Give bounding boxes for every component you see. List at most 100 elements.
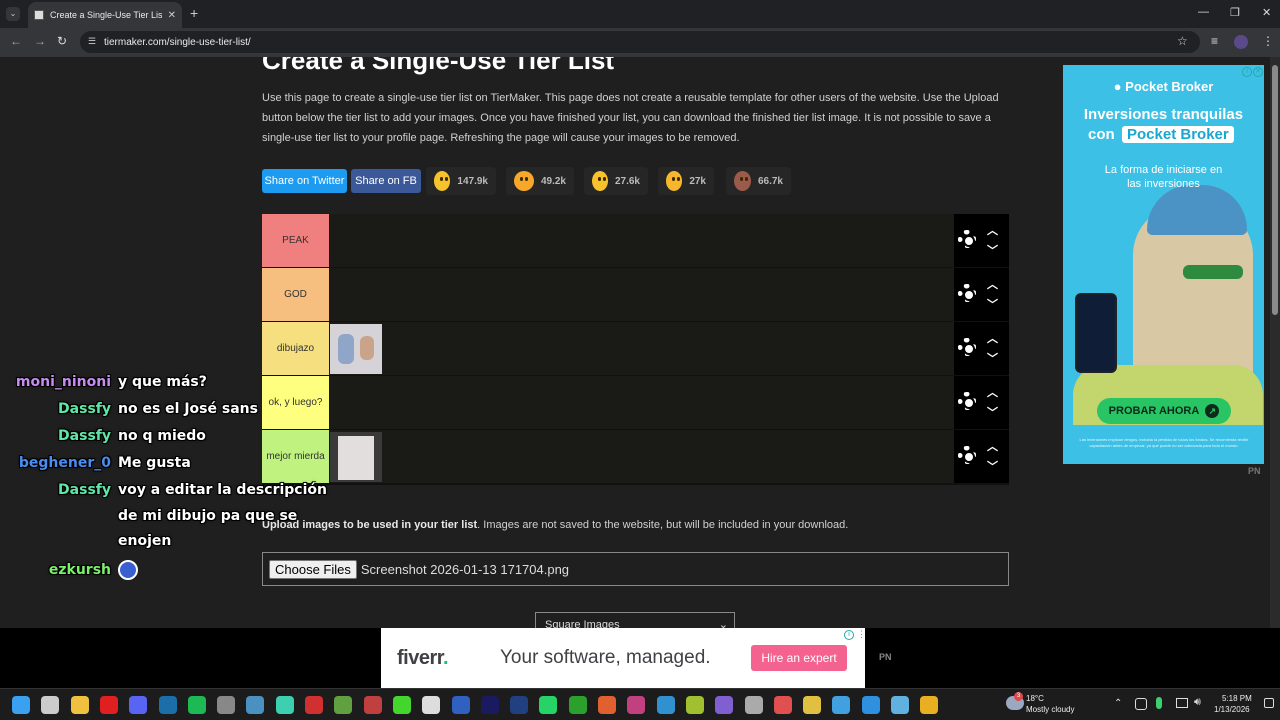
file-upload-field[interactable]: Choose Files Screenshot 2026-01-13 17170… [262, 552, 1009, 586]
scrollbar-thumb[interactable] [1272, 65, 1278, 315]
spotify-icon[interactable] [187, 696, 206, 714]
bookmark-star-icon[interactable]: ☆ [1177, 34, 1188, 48]
app-icon[interactable] [803, 696, 822, 714]
close-window-icon[interactable]: ✕ [1262, 6, 1271, 19]
gear-icon[interactable] [958, 446, 976, 464]
reaction-button[interactable]: 66.7k [726, 167, 791, 195]
chevron-down-icon[interactable]: ﹀ [987, 350, 998, 366]
fiverr-ad[interactable]: fiverr. Your software, managed. Hire an … [381, 628, 866, 688]
tier-label[interactable]: mejor mierda [262, 430, 329, 483]
reaction-button[interactable]: 27.6k [584, 167, 648, 195]
app-icon[interactable] [363, 696, 382, 714]
new-tab-icon[interactable]: + [190, 5, 198, 21]
tier-label[interactable]: PEAK [262, 214, 329, 267]
app-icon[interactable] [891, 696, 909, 714]
browser-tab-active[interactable]: Create a Single-Use Tier List (Pi ✕ [28, 2, 182, 28]
app-icon[interactable] [451, 696, 470, 714]
app-icon[interactable] [334, 696, 353, 714]
ad-info-icon[interactable]: i [1242, 67, 1252, 77]
tier-drop-zone[interactable] [329, 322, 954, 375]
windows-start-icon[interactable] [12, 696, 30, 714]
tier-label[interactable]: dibujazo [262, 322, 329, 375]
gear-icon[interactable] [958, 392, 976, 410]
minimize-icon[interactable]: — [1198, 6, 1209, 18]
task-view-icon[interactable] [41, 696, 60, 714]
chevron-down-icon[interactable]: ﹀ [987, 296, 998, 312]
app-icon[interactable] [627, 696, 646, 714]
reaction-button[interactable]: 147.9k [426, 167, 496, 195]
choose-files-button[interactable]: Choose Files [269, 559, 357, 579]
app-icon[interactable] [598, 696, 616, 714]
gear-icon[interactable] [958, 284, 976, 302]
close-tab-icon[interactable]: ✕ [168, 10, 182, 21]
app-icon[interactable] [305, 696, 323, 714]
app-icon[interactable] [275, 696, 294, 714]
chevron-up-icon[interactable]: ︿ [987, 330, 998, 346]
image-shape-select[interactable]: Square Images ⌄ [535, 612, 735, 628]
back-icon[interactable]: ← [10, 34, 22, 48]
app-icon[interactable] [715, 696, 734, 714]
reaction-button[interactable]: 27k [658, 167, 714, 195]
ad-menu-icon[interactable]: ⋮ [857, 629, 866, 640]
razer-icon[interactable] [392, 696, 411, 714]
site-info-icon[interactable]: ☰ [88, 36, 96, 47]
app-icon[interactable] [773, 696, 792, 714]
tab-search-icon[interactable]: ⌄ [6, 7, 20, 21]
gear-icon[interactable] [958, 230, 976, 248]
animate-icon[interactable] [480, 696, 499, 714]
app-icon[interactable] [510, 696, 529, 714]
ad-info-icon[interactable]: i [844, 630, 854, 640]
app-icon[interactable] [744, 696, 763, 714]
page-scrollbar[interactable] [1270, 57, 1280, 628]
tier-drop-zone[interactable] [329, 214, 954, 267]
probar-ahora-button[interactable]: PROBAR AHORA ↗ [1097, 398, 1231, 424]
profile-avatar[interactable] [1234, 35, 1248, 49]
chevron-up-icon[interactable]: ︿ [987, 276, 998, 292]
volume-icon[interactable]: 🔊︎ [1194, 696, 1201, 709]
chevron-up-icon[interactable]: ︿ [987, 384, 998, 400]
notifications-icon[interactable] [1264, 698, 1274, 708]
share-twitter-button[interactable]: Share on Twitter [262, 169, 347, 193]
share-fb-button[interactable]: Share on FB [351, 169, 421, 193]
app-icon[interactable] [685, 696, 704, 714]
gear-icon[interactable] [958, 338, 976, 356]
steam-icon[interactable] [158, 696, 177, 714]
restore-icon[interactable]: ❐ [1230, 6, 1240, 19]
chrome-icon[interactable] [920, 696, 939, 714]
tray-overflow-icon[interactable]: ⌃ [1114, 698, 1122, 709]
tier-drop-zone[interactable] [329, 430, 954, 483]
chevron-up-icon[interactable]: ︿ [987, 438, 998, 454]
whatsapp-icon[interactable] [539, 696, 558, 714]
app-icon[interactable] [217, 696, 236, 714]
address-bar[interactable]: ☰ tiermaker.com/single-use-tier-list/ ☆ [80, 31, 1200, 53]
tier-drop-zone[interactable] [329, 268, 954, 321]
tier-label[interactable]: GOD [262, 268, 329, 321]
ad-close-icon[interactable]: ✕ [1253, 67, 1263, 77]
tier-item-image[interactable] [330, 324, 382, 374]
app-icon[interactable] [656, 696, 675, 714]
hire-an-expert-button[interactable]: Hire an expert [751, 645, 847, 671]
pocket-broker-ad[interactable]: ● Pocket Broker Inversiones tranquilas c… [1063, 65, 1264, 464]
app-icon[interactable] [861, 696, 880, 714]
tier-drop-zone[interactable] [329, 376, 954, 429]
chevron-down-icon[interactable]: ﹀ [987, 242, 998, 258]
forward-icon[interactable]: → [34, 34, 46, 48]
reload-icon[interactable]: ↻ [57, 34, 67, 48]
xbox-icon[interactable] [568, 696, 587, 714]
chevron-down-icon[interactable]: ﹀ [987, 404, 998, 420]
tray-app-icon[interactable] [1135, 698, 1147, 710]
tier-label[interactable]: ok, y luego? [262, 376, 329, 429]
discord-icon[interactable] [129, 696, 148, 714]
chevron-up-icon[interactable]: ︿ [987, 222, 998, 238]
app-icon[interactable] [832, 696, 851, 714]
davinci-icon[interactable] [246, 696, 265, 714]
reaction-button[interactable]: 49.2k [506, 167, 574, 195]
tier-item-image[interactable] [330, 432, 382, 482]
opera-icon[interactable] [99, 696, 118, 714]
microphone-icon[interactable] [1156, 697, 1162, 709]
app-icon[interactable] [422, 696, 441, 714]
network-icon[interactable] [1176, 698, 1188, 708]
file-explorer-icon[interactable] [70, 696, 89, 714]
chevron-down-icon[interactable]: ﹀ [987, 458, 998, 474]
browser-menu-icon[interactable]: ⋮ [1262, 34, 1274, 48]
